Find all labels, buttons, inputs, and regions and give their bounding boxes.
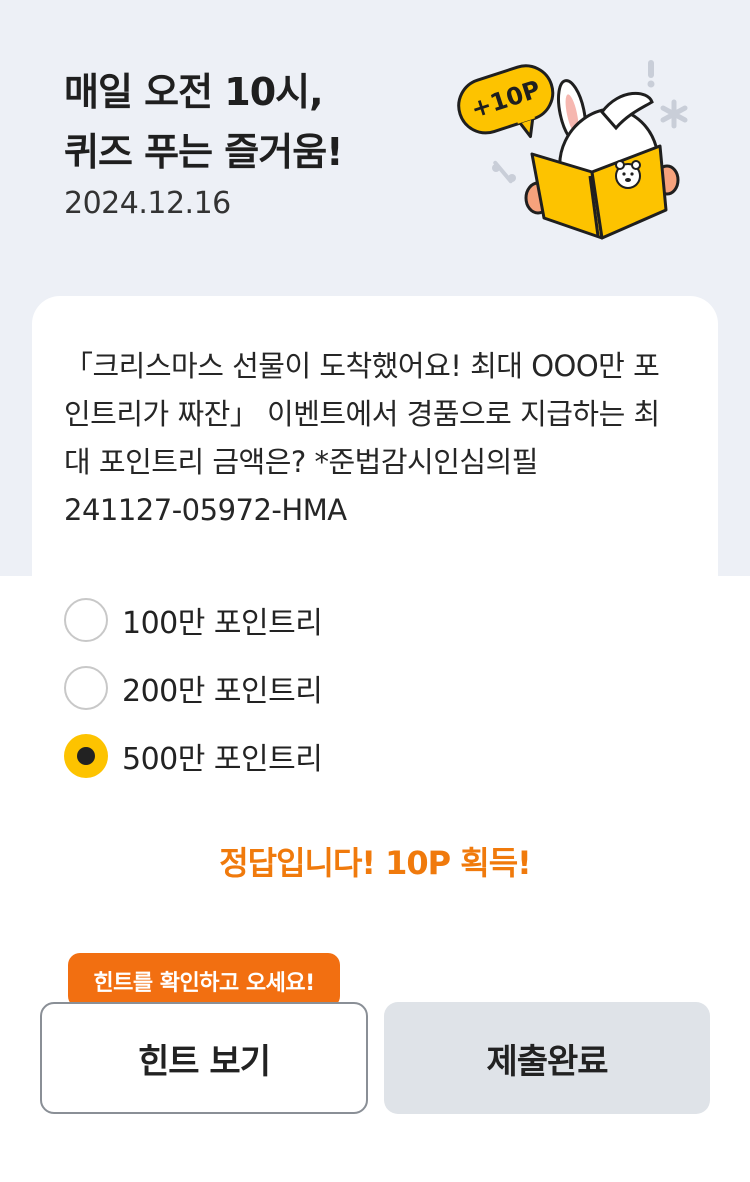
answer-option-label: 500만 포인트리	[122, 742, 323, 777]
answer-options: 100만 포인트리 200만 포인트리 500만 포인트리	[64, 596, 323, 800]
submit-button[interactable]: 제출완료	[384, 1002, 710, 1114]
quiz-question: 「크리스마스 선물이 도착했어요! 최대 OOO만 포 인트리가 짜잔」 이벤트…	[64, 342, 684, 534]
quiz-date: 2024.12.16	[64, 186, 231, 221]
answer-option-label: 100만 포인트리	[122, 606, 323, 641]
answer-option-3[interactable]: 500만 포인트리	[64, 732, 323, 780]
page-title-line-2: 퀴즈 푸는 즐거움!	[64, 130, 344, 174]
page-title-line-1: 매일 오전 10시,	[64, 70, 324, 114]
percent-icon	[492, 160, 516, 184]
exclamation-icon	[647, 60, 655, 88]
asterisk-icon	[660, 99, 688, 129]
radio-button[interactable]	[64, 666, 108, 710]
question-line: 「크리스마스 선물이 도착했어요! 최대 OOO만 포	[64, 349, 660, 383]
answer-option-label: 200만 포인트리	[122, 674, 323, 709]
radio-dot	[77, 747, 95, 765]
question-line: 인트리가 짜잔」 이벤트에서 경품으로 지급하는 최	[64, 397, 660, 431]
answer-option-1[interactable]: 100만 포인트리	[64, 596, 323, 644]
radio-button[interactable]	[64, 734, 108, 778]
hint-button[interactable]: 힌트 보기	[40, 1002, 368, 1114]
page-title: 매일 오전 10시, 퀴즈 푸는 즐거움!	[64, 62, 344, 182]
radio-button[interactable]	[64, 598, 108, 642]
result-message: 정답입니다! 10P 획득!	[219, 844, 532, 882]
bunny-reading-book-illustration: +10P	[457, 60, 688, 240]
question-line: 241127-05972-HMA	[64, 493, 347, 527]
hint-tooltip: 힌트를 확인하고 오세요!	[68, 953, 340, 1008]
points-speech-bubble: +10P	[457, 64, 555, 139]
question-line: 대 포인트리 금액은? *준법감시인심의필	[64, 445, 538, 479]
answer-option-2[interactable]: 200만 포인트리	[64, 664, 323, 712]
